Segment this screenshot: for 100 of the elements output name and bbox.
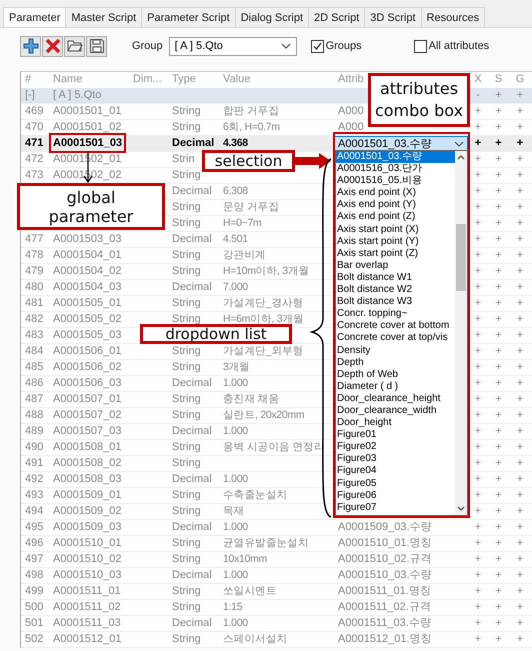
dropdown-option[interactable]: Figure02 <box>336 441 455 454</box>
dropdown-option[interactable]: Axis end point (Z) <box>336 211 455 224</box>
table-cell: 균열유발줄눈설치 <box>223 537 309 549</box>
tab[interactable]: Resources <box>420 7 486 27</box>
dropdown-option[interactable]: Bolt distance W2 <box>336 284 455 296</box>
table-cell: String <box>172 201 201 213</box>
dropdown-option[interactable]: A0001501_03.수량 <box>336 151 455 164</box>
table-cell: + <box>474 537 482 549</box>
table-cell: + <box>474 489 482 501</box>
dropdown-option[interactable]: Figure01 <box>336 429 455 442</box>
dropdown-option[interactable]: Axis end point (Y) <box>336 199 455 212</box>
table-cell: 494 <box>25 505 44 517</box>
dropdown-option[interactable]: Door_height <box>336 417 455 430</box>
table-cell: 1.000 <box>223 473 248 485</box>
table-cell: A0001505_02 <box>53 313 122 325</box>
table-cell: + <box>516 521 524 533</box>
dropdown-option[interactable]: Diameter ( d ) <box>336 380 455 393</box>
table-cell: + <box>495 361 502 373</box>
dropdown-option[interactable]: Figure04 <box>336 465 455 478</box>
group-name: [ A ] 5.Qto <box>53 89 102 101</box>
dropdown-option[interactable]: Figure07 <box>336 502 455 514</box>
table-cell: 496 <box>25 537 44 549</box>
dropdown-option[interactable]: Concrete cover at top/vis <box>336 332 455 344</box>
dropdown-option[interactable]: Axis start point (X) <box>336 224 455 236</box>
chevron-icon <box>454 141 464 147</box>
table-cell: + <box>474 569 482 581</box>
dropdown-option[interactable]: Bolt distance W1 <box>336 272 455 284</box>
table-cell: + <box>516 585 524 597</box>
table-cell: A0001511_02.규격 <box>338 601 431 613</box>
table-cell: A0001504_03 <box>53 281 122 293</box>
table-cell: H=6m이하, 3개월 <box>223 313 304 325</box>
table-cell: + <box>516 185 524 197</box>
table-cell: + <box>474 521 482 533</box>
group-dropdown[interactable]: [ A ] 5.Qto <box>168 36 297 56</box>
table-cell: + <box>495 553 502 565</box>
table-cell: + <box>516 457 524 469</box>
table-cell: + <box>516 105 524 117</box>
table-cell: 가설계단_외부형 <box>223 345 304 357</box>
add-button[interactable] <box>20 36 41 56</box>
table-cell: + <box>516 425 524 437</box>
table-cell: A0001507_03 <box>53 425 122 437</box>
table-cell: + <box>474 249 482 261</box>
dropdown-option[interactable]: Axis start point (Y) <box>336 236 455 248</box>
table-cell: 478 <box>25 249 44 261</box>
table-cell: + <box>516 377 524 389</box>
table-cell: 강관비계 <box>223 249 266 261</box>
table-cell: + <box>516 617 524 629</box>
dropdown-option[interactable]: Density <box>336 344 455 357</box>
dropdown-option[interactable]: Depth <box>336 356 455 369</box>
dropdown-option[interactable]: A0001516_03.단가 <box>336 163 455 176</box>
table-cell: + <box>474 425 482 437</box>
table-cell: 6회, H=0.7m <box>223 121 280 133</box>
delete-button[interactable] <box>42 36 63 56</box>
save-button[interactable] <box>86 36 107 56</box>
open-button[interactable] <box>64 36 85 56</box>
dropdown-option[interactable]: Door_clearance_width <box>336 404 455 418</box>
dropdown-option[interactable]: Figure05 <box>336 478 455 490</box>
dropdown-option[interactable]: Figure03 <box>336 453 455 466</box>
table-cell: A0001504_02 <box>53 265 122 277</box>
dropdown-option[interactable]: Concr. topping~ <box>336 308 455 320</box>
dropdown-option[interactable]: Axis start point (Z) <box>336 248 455 260</box>
dropdown-option[interactable]: Figure06 <box>336 490 455 502</box>
dropdown-option[interactable]: Bar overlap <box>336 260 455 272</box>
table-cell: A0001510_03.수량 <box>338 569 432 581</box>
table-cell: A0001507_02 <box>53 409 122 421</box>
table-cell: + <box>516 249 524 261</box>
dropdown-option[interactable]: Axis end point (X) <box>336 187 455 200</box>
table-cell: 485 <box>25 361 44 373</box>
table-cell: + <box>474 601 482 613</box>
checkbox[interactable] <box>414 40 427 52</box>
chevron-icon <box>280 43 291 49</box>
table-cell: + <box>474 585 482 597</box>
table-cell: + <box>474 345 482 357</box>
table-cell: 482 <box>25 313 44 325</box>
table-cell: A0001511_02 <box>53 601 121 613</box>
dropdown-option[interactable]: Door_clearance_height <box>336 392 455 405</box>
dropdown-option[interactable]: Concrete cover at bottom <box>336 320 455 332</box>
table-cell: + <box>516 505 524 517</box>
scroll-thumb[interactable] <box>456 224 466 291</box>
table-cell: + <box>474 137 482 149</box>
dropdown-option[interactable]: A0001516_05.비용 <box>336 175 455 188</box>
table-cell: + <box>495 521 502 533</box>
table-cell: A0001510_01.명칭 <box>338 537 432 549</box>
table-cell: - <box>476 89 480 101</box>
table-cell: + <box>474 329 482 341</box>
table-cell: + <box>495 89 502 101</box>
table-cell: String <box>172 297 201 309</box>
dropdown-option[interactable]: Bolt distance W3 <box>336 296 455 308</box>
table-cell: + <box>516 169 524 181</box>
table-cell: + <box>495 121 502 133</box>
dropdown-option[interactable]: Depth of Web <box>336 368 455 381</box>
checkbox[interactable] <box>310 40 324 52</box>
tab[interactable]: Parameter <box>3 7 66 27</box>
table-cell: + <box>495 313 502 325</box>
table-cell: String <box>172 409 201 421</box>
table-cell: A0001506_03 <box>53 377 122 389</box>
table-cell: + <box>474 441 482 453</box>
scrollbar[interactable] <box>455 151 467 515</box>
table-cell: + <box>516 441 524 453</box>
table-cell: + <box>474 121 482 133</box>
